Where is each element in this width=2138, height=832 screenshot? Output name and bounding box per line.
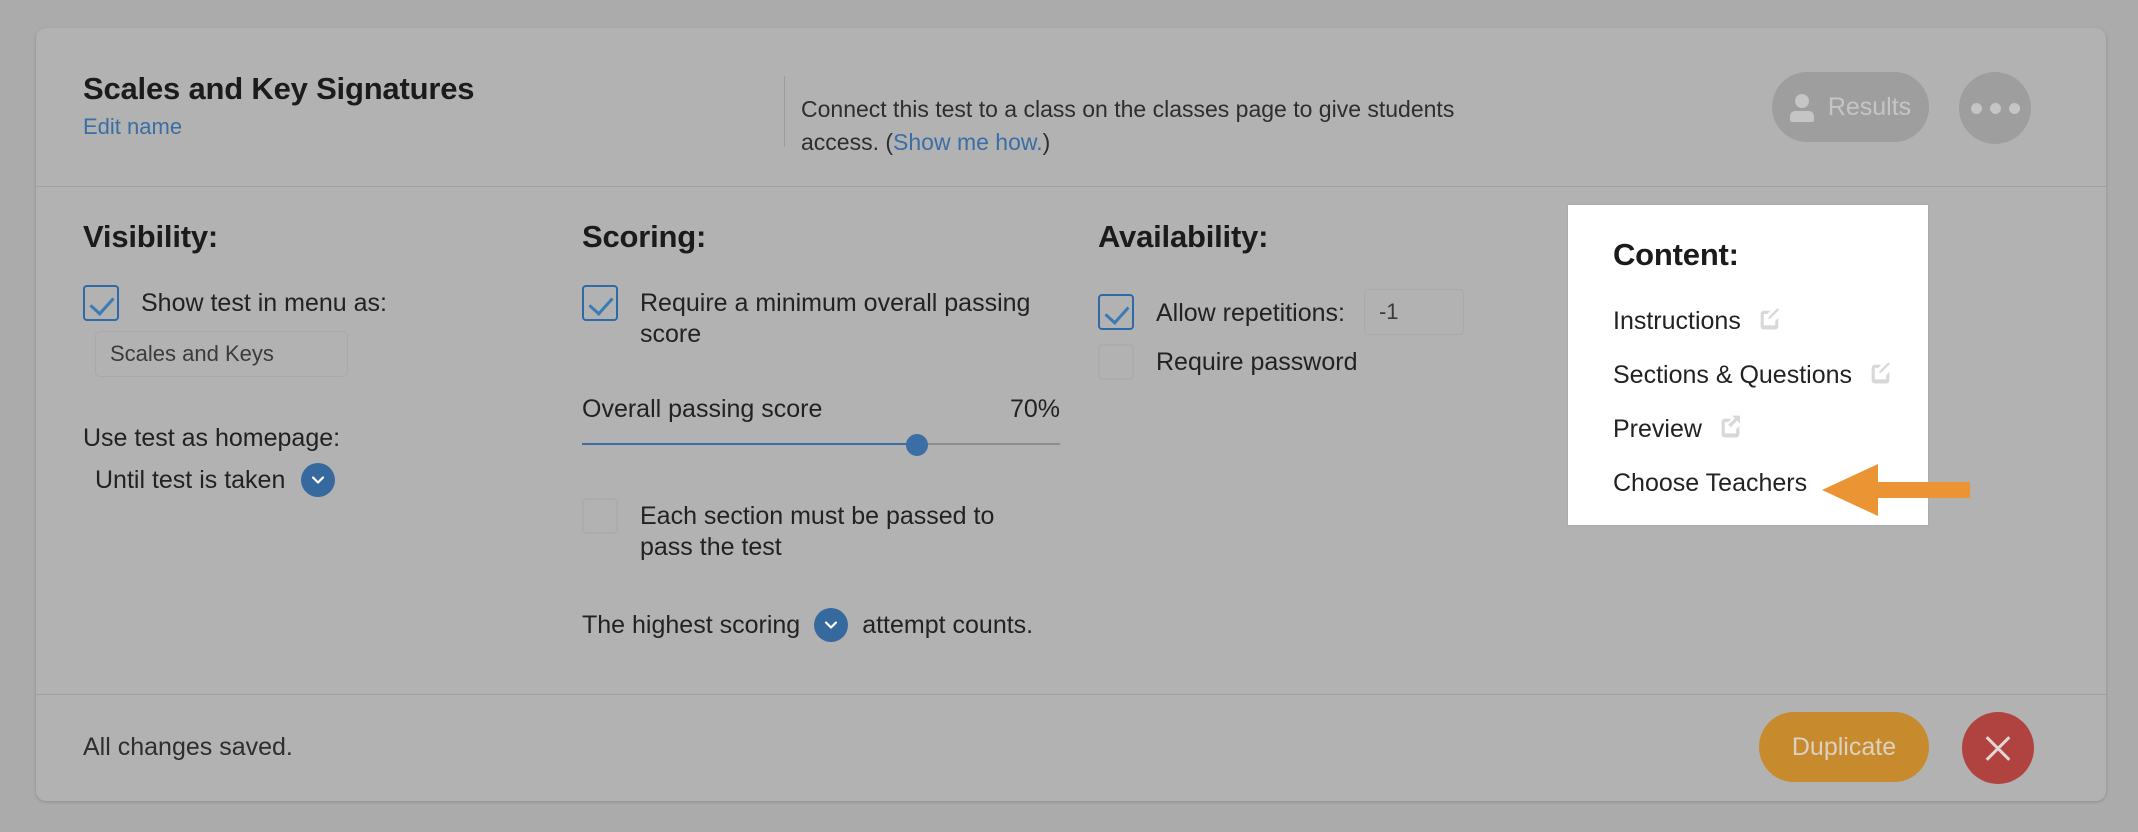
scoring-column: Scoring: Require a minimum overall passi… (582, 187, 1082, 642)
content-item-preview[interactable]: Preview (1568, 402, 1928, 456)
results-button-label: Results (1827, 92, 1912, 121)
require-minimum-score-label: Require a minimum overall passing score (640, 289, 1031, 349)
attempt-dropdown-button[interactable] (814, 608, 849, 642)
show-test-in-menu-label: Show test in menu as: (141, 289, 387, 317)
close-icon (1982, 732, 2014, 764)
require-minimum-score-row: Require a minimum overall passing score (582, 285, 1052, 351)
visibility-heading: Visibility: (83, 219, 219, 254)
availability-heading: Availability: (1098, 219, 1269, 254)
content-item-sections-questions[interactable]: Sections & Questions (1568, 348, 1928, 402)
chevron-down-icon (312, 476, 325, 484)
passing-score-value: 70% (1009, 394, 1060, 423)
external-link-icon[interactable] (1718, 413, 1743, 445)
homepage-value: Until test is taken (95, 465, 286, 494)
title-block: Scales and Key Signatures Edit name (83, 71, 474, 140)
more-options-button[interactable] (1959, 72, 2031, 144)
homepage-value-row: Until test is taken (95, 463, 503, 497)
content-item-choose-teachers[interactable]: Choose Teachers (1568, 456, 1928, 510)
chevron-down-icon (825, 621, 838, 629)
ellipsis-icon (1989, 102, 2001, 114)
each-section-label: Each section must be passed to pass the … (640, 501, 995, 561)
require-password-checkbox[interactable] (1098, 344, 1134, 380)
person-icon (1789, 94, 1814, 122)
show-me-how-link[interactable]: Show me how. (893, 129, 1043, 155)
header-divider (784, 76, 785, 147)
slider-thumb[interactable] (905, 433, 928, 456)
require-minimum-score-checkbox[interactable] (582, 285, 618, 321)
close-button[interactable] (1962, 712, 2034, 784)
attempt-suffix-label: attempt counts. (862, 610, 1034, 639)
passing-score-slider[interactable] (582, 432, 1060, 456)
content-list: Instructions Sections & Questions Previe… (1568, 294, 1928, 510)
attempt-prefix-label: The highest scoring (582, 610, 801, 639)
duplicate-button-label: Duplicate (1791, 732, 1897, 761)
connect-instructions: Connect this test to a class on the clas… (801, 93, 1461, 158)
allow-repetitions-checkbox[interactable] (1098, 294, 1134, 330)
content-item-instructions[interactable]: Instructions (1568, 294, 1928, 348)
availability-column: Availability: Allow repetitions: Require… (1098, 187, 1538, 380)
card-header: Scales and Key Signatures Edit name Conn… (36, 28, 2106, 187)
connect-text-after: ) (1042, 128, 1051, 155)
edit-name-link[interactable]: Edit name (83, 114, 182, 140)
card-footer: All changes saved. Duplicate (36, 695, 2106, 799)
visibility-column: Visibility: Show test in menu as: Use te… (83, 187, 503, 497)
require-password-row: Require password (1098, 344, 1538, 380)
ellipsis-icon (1970, 102, 1982, 114)
allow-repetitions-row: Allow repetitions: (1098, 289, 1538, 335)
duplicate-button[interactable]: Duplicate (1759, 712, 1929, 782)
each-section-checkbox[interactable] (582, 497, 618, 534)
use-as-homepage-label: Use test as homepage: (83, 424, 341, 452)
passing-score-label: Overall passing score (582, 394, 823, 423)
show-test-in-menu-row: Show test in menu as: (83, 285, 503, 321)
attempt-counts-row: The highest scoring attempt counts. (582, 608, 1082, 642)
scoring-heading: Scoring: (582, 219, 707, 254)
save-status-text: All changes saved. (83, 733, 293, 761)
menu-name-input[interactable] (95, 331, 348, 377)
slider-fill (582, 442, 917, 445)
content-item-label: Sections & Questions (1613, 360, 1853, 389)
passing-score-slider-group: Overall passing score 70% (582, 395, 1082, 456)
homepage-dropdown-button[interactable] (301, 463, 336, 497)
edit-icon[interactable] (1868, 359, 1893, 391)
content-item-label: Choose Teachers (1613, 468, 1808, 497)
show-test-in-menu-checkbox[interactable] (83, 285, 119, 321)
edit-icon[interactable] (1757, 305, 1782, 337)
results-button[interactable]: Results (1772, 72, 1929, 142)
content-heading: Content: (1613, 237, 1739, 272)
page-title: Scales and Key Signatures (83, 71, 475, 106)
require-password-label: Require password (1156, 348, 1358, 376)
each-section-row: Each section must be passed to pass the … (582, 497, 1022, 564)
content-item-label: Preview (1613, 414, 1702, 443)
allow-repetitions-label: Allow repetitions: (1156, 298, 1345, 327)
ellipsis-icon (2008, 102, 2020, 114)
passing-score-slider-header: Overall passing score 70% (582, 395, 1060, 424)
content-item-label: Instructions (1613, 306, 1741, 335)
content-popup: Content: Instructions Sections & Questio… (1568, 205, 1928, 525)
repetitions-input[interactable] (1363, 289, 1464, 335)
